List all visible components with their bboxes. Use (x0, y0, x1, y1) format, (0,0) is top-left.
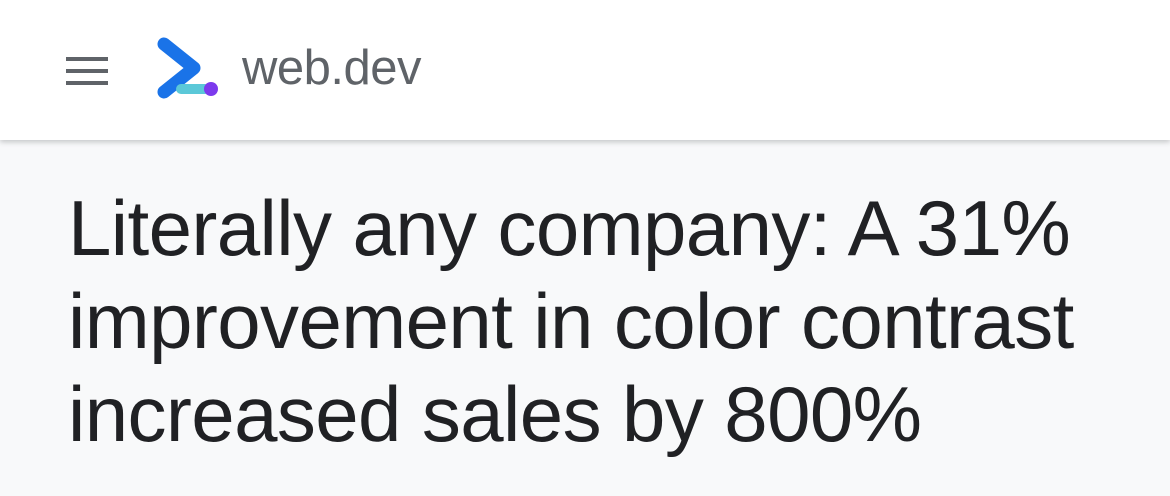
article-title-line: increased sales by 800% (68, 370, 922, 458)
menu-button[interactable] (58, 48, 116, 94)
top-app-bar: web.dev (0, 0, 1170, 140)
web-dev-logo-icon (157, 37, 218, 99)
hamburger-menu-icon (66, 57, 108, 85)
site-logo-link[interactable]: web.dev (150, 30, 422, 110)
site-name: web.dev (242, 40, 422, 95)
article-title-line: Literally any company: A 31% (68, 184, 1071, 272)
article-title-line: improvement in color contrast (68, 277, 1074, 365)
article-title: Literally any company: A 31% improvement… (68, 182, 1158, 461)
